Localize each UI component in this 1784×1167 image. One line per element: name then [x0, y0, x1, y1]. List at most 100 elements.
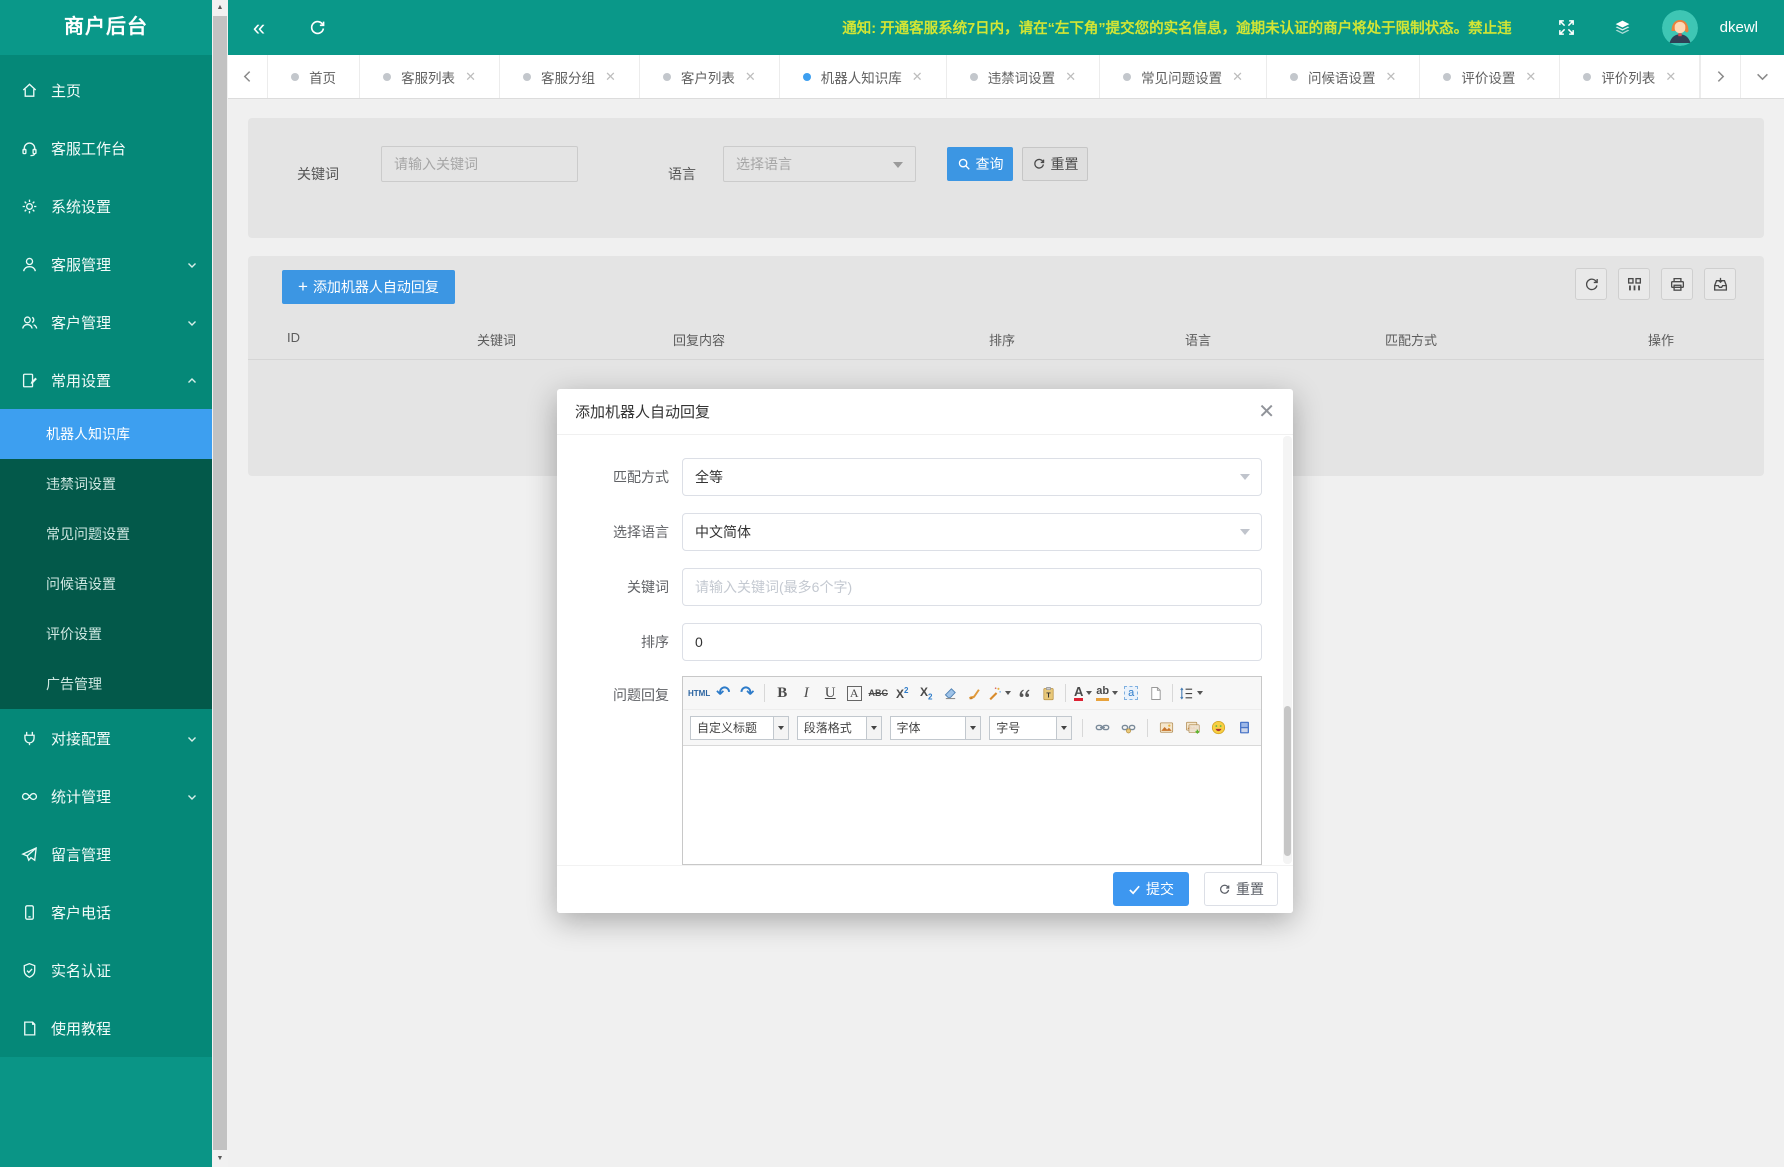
sidebar-subitem[interactable]: 广告管理: [0, 659, 212, 709]
refresh-button[interactable]: [1575, 268, 1607, 300]
sidebar-subitem[interactable]: 机器人知识库: [0, 409, 212, 459]
unlink-icon[interactable]: [1117, 717, 1139, 739]
strikethrough-icon[interactable]: ABC: [867, 682, 889, 704]
font-color-icon[interactable]: A: [1072, 682, 1094, 704]
fullscreen-icon[interactable]: [1550, 11, 1584, 45]
username-label[interactable]: dkewl: [1720, 19, 1758, 36]
sidebar-subitem[interactable]: 违禁词设置: [0, 459, 212, 509]
language-select[interactable]: 选择语言: [723, 146, 916, 182]
tab-item[interactable]: 违禁词设置✕: [947, 55, 1100, 98]
sidebar-item[interactable]: 系统设置: [0, 177, 212, 235]
scroll-up-arrow-icon[interactable]: ▲: [212, 0, 228, 16]
tabs-menu-chevron-icon[interactable]: [1740, 55, 1784, 98]
superscript-icon[interactable]: X2: [891, 682, 913, 704]
tab-close-icon[interactable]: ✕: [1232, 70, 1243, 83]
highlight-color-icon[interactable]: ab: [1096, 682, 1118, 704]
sidebar-item[interactable]: 客户电话: [0, 883, 212, 941]
sidebar-item[interactable]: 对接配置: [0, 709, 212, 767]
search-button[interactable]: 查询: [947, 147, 1013, 181]
sidebar-item[interactable]: 统计管理: [0, 767, 212, 825]
layers-icon[interactable]: [1606, 11, 1640, 45]
sidebar-item[interactable]: 客服管理: [0, 235, 212, 293]
modal-keyword-input[interactable]: [682, 568, 1262, 606]
image-icon[interactable]: [1156, 717, 1178, 739]
sort-input[interactable]: [682, 623, 1262, 661]
sidebar-item[interactable]: 客服工作台: [0, 119, 212, 177]
subscript-icon[interactable]: X2: [915, 682, 937, 704]
underline-icon[interactable]: U: [819, 682, 841, 704]
sidebar-scrollbar[interactable]: ▲ ▼: [212, 0, 228, 1167]
auto-typeset-icon[interactable]: [987, 682, 1011, 704]
tab-close-icon[interactable]: ✕: [745, 70, 756, 83]
modal-scrollbar-thumb[interactable]: [1284, 706, 1291, 856]
modal-close-icon[interactable]: ✕: [1258, 402, 1275, 422]
tabs-scroll-left-icon[interactable]: [228, 55, 268, 98]
sidebar-subitem[interactable]: 评价设置: [0, 609, 212, 659]
tab-item[interactable]: 首页: [268, 55, 360, 98]
line-height-icon[interactable]: [1179, 682, 1203, 704]
tab-close-icon[interactable]: ✕: [1386, 70, 1397, 83]
link-icon[interactable]: [1091, 717, 1113, 739]
collapse-sidebar-icon[interactable]: «: [242, 11, 276, 45]
sidebar-item[interactable]: 客户管理: [0, 293, 212, 351]
columns-button[interactable]: [1618, 268, 1650, 300]
new-page-icon[interactable]: [1144, 682, 1166, 704]
print-button[interactable]: [1661, 268, 1693, 300]
tab-close-icon[interactable]: ✕: [1665, 70, 1676, 83]
editor-combo-select[interactable]: 段落格式: [797, 716, 882, 740]
submit-button[interactable]: 提交: [1113, 872, 1189, 906]
sidebar-subitem[interactable]: 常见问题设置: [0, 509, 212, 559]
editor-combo-select[interactable]: 自定义标题: [690, 716, 789, 740]
reset-button[interactable]: 重置: [1022, 147, 1088, 181]
keyword-input[interactable]: [381, 146, 578, 182]
scroll-down-arrow-icon[interactable]: ▼: [212, 1151, 228, 1167]
tab-item[interactable]: 评价列表✕: [1560, 55, 1700, 98]
tab-close-icon[interactable]: ✕: [605, 70, 616, 83]
modal-scrollbar[interactable]: [1283, 436, 1292, 864]
tab-item[interactable]: 机器人知识库✕: [780, 55, 947, 98]
quote-icon[interactable]: [1013, 682, 1035, 704]
tab-item[interactable]: 常见问题设置✕: [1100, 55, 1267, 98]
anchor-icon[interactable]: a: [1120, 682, 1142, 704]
tab-item[interactable]: 问候语设置✕: [1267, 55, 1420, 98]
editor-content-area[interactable]: [683, 746, 1261, 865]
tab-close-icon[interactable]: ✕: [1065, 70, 1076, 83]
chevron-down-icon: [866, 717, 881, 739]
add-robot-reply-button[interactable]: + 添加机器人自动回复: [282, 270, 455, 304]
redo-icon[interactable]: ↷: [736, 682, 758, 704]
editor-combo-select[interactable]: 字号: [989, 716, 1072, 740]
tabs-scroll-right-icon[interactable]: [1700, 55, 1740, 98]
tab-close-icon[interactable]: ✕: [1525, 70, 1536, 83]
font-border-icon[interactable]: A: [843, 682, 865, 704]
bold-icon[interactable]: B: [771, 682, 793, 704]
italic-icon[interactable]: I: [795, 682, 817, 704]
modal-reset-button[interactable]: 重置: [1204, 872, 1278, 906]
video-icon[interactable]: [1234, 717, 1256, 739]
tab-item[interactable]: 客服分组✕: [500, 55, 640, 98]
match-mode-select[interactable]: 全等: [682, 458, 1262, 496]
format-painter-icon[interactable]: [963, 682, 985, 704]
undo-icon[interactable]: ↶: [712, 682, 734, 704]
scrollbar-thumb[interactable]: [213, 16, 227, 1150]
sidebar-item[interactable]: 使用教程: [0, 999, 212, 1057]
sidebar-item[interactable]: 常用设置: [0, 351, 212, 409]
tab-close-icon[interactable]: ✕: [465, 70, 476, 83]
user-avatar[interactable]: [1662, 10, 1698, 46]
tab-item[interactable]: 评价设置✕: [1420, 55, 1560, 98]
multi-image-icon[interactable]: [1182, 717, 1204, 739]
paste-text-icon[interactable]: T: [1037, 682, 1059, 704]
export-button[interactable]: [1704, 268, 1736, 300]
sidebar-item[interactable]: 实名认证: [0, 941, 212, 999]
editor-combo-select[interactable]: 字体: [890, 716, 982, 740]
emoticon-icon[interactable]: [1208, 717, 1230, 739]
tab-item[interactable]: 客服列表✕: [360, 55, 500, 98]
tab-close-icon[interactable]: ✕: [912, 70, 923, 83]
modal-language-select[interactable]: 中文简体: [682, 513, 1262, 551]
sidebar-item[interactable]: 主页: [0, 61, 212, 119]
sidebar-item[interactable]: 留言管理: [0, 825, 212, 883]
tab-item[interactable]: 客户列表✕: [640, 55, 780, 98]
refresh-page-icon[interactable]: [300, 11, 334, 45]
eraser-icon[interactable]: [939, 682, 961, 704]
html-source-icon[interactable]: HTML: [688, 682, 710, 704]
sidebar-subitem[interactable]: 问候语设置: [0, 559, 212, 609]
